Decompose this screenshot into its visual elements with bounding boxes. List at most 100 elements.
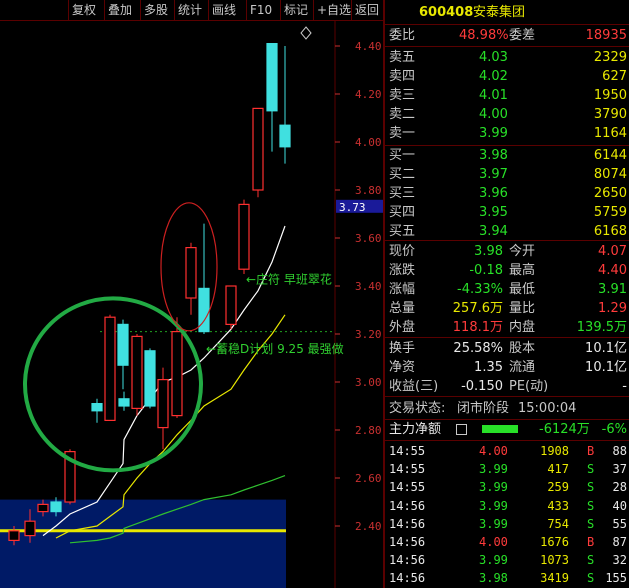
candle-body	[117, 323, 129, 366]
quote-row: 现价 3.98 今开 4.07	[387, 242, 629, 261]
price-tick-label: 4.00	[355, 136, 382, 149]
candle-body	[104, 316, 116, 422]
bid-price: 3.95	[479, 205, 508, 220]
toolbar-button-8[interactable]: 返回	[351, 0, 382, 20]
stock-name: 安泰集团	[473, 5, 526, 20]
quote-value: 3.98	[474, 244, 503, 259]
price-tick-label: 3.40	[355, 280, 382, 293]
price-tick-label: 2.60	[355, 472, 382, 485]
ask-volume: 1164	[593, 126, 627, 141]
tick-volume: 754	[547, 516, 569, 531]
wei-diff-label: 委差	[509, 28, 536, 43]
quote-value: 10.1亿	[585, 341, 627, 356]
candle-body	[91, 403, 103, 412]
kline-chart-svg[interactable]: 4.40 4.20 4.00 3.80 3.60 3.40 3.20 3.00 2.80 2.60…	[0, 21, 383, 588]
candle-body	[24, 520, 36, 537]
quote-row: 净资 1.35 流通 10.1亿	[387, 358, 629, 377]
bid-row: 买三 3.96 2650	[387, 184, 629, 203]
tick-side: S	[587, 571, 595, 586]
tick-side: S	[587, 498, 595, 513]
ask-label: 卖三	[389, 88, 416, 103]
quote-value: 4.40	[598, 263, 627, 278]
stock-header: 600408 安泰集团	[387, 3, 629, 22]
bid-price: 3.98	[479, 148, 508, 163]
tick-time: 14:55	[389, 444, 426, 458]
quote-row: 涨幅 -4.33% 最低 3.91	[387, 280, 629, 299]
candle-body	[238, 203, 250, 270]
kline-chart[interactable]: 4.40 4.20 4.00 3.80 3.60 3.40 3.20 3.00 2.80 2.60…	[0, 21, 383, 588]
candle-body	[118, 398, 130, 407]
tick-volume: 259	[547, 480, 569, 495]
bid-volume: 5759	[593, 205, 627, 220]
quote-value: 118.1万	[452, 320, 503, 335]
tick-volume: 433	[547, 498, 569, 513]
ask-row: 卖五 4.03 2329	[387, 48, 629, 67]
tick-row: 14:56 3.99 433 S 40	[387, 497, 629, 516]
current-price-tag-label: 3.73	[339, 201, 366, 214]
quote-label: 净资	[389, 360, 416, 375]
tick-price: 3.99	[479, 516, 508, 531]
candle-body	[266, 43, 278, 112]
quote-label: 内盘	[509, 320, 536, 335]
tick-count: 32	[612, 553, 627, 568]
price-tick-label: 3.80	[355, 184, 382, 197]
mainflow-row[interactable]: 主力净额 -6124万 -6%	[387, 420, 629, 439]
toolbar-button-4[interactable]: 画线	[208, 0, 239, 20]
bid-volume: 6168	[593, 224, 627, 239]
candle-body	[279, 124, 291, 148]
ask-price: 4.00	[479, 107, 508, 122]
tick-count: 55	[612, 516, 627, 531]
trade-status: 交易状态: 闭市阶段 15:00:04	[387, 399, 629, 418]
quote-label: 外盘	[389, 320, 416, 335]
toolbar-button-3[interactable]: 统计	[174, 0, 205, 20]
quote-label: 涨幅	[389, 282, 416, 297]
tick-price: 3.99	[479, 553, 508, 568]
tick-time: 14:56	[389, 498, 426, 513]
annotation-label: ←庄符 早班翠花	[246, 272, 332, 287]
toolbar-button-2[interactable]: 多股	[140, 0, 171, 20]
price-tick-label: 3.00	[355, 376, 382, 389]
toolbar-button-0[interactable]: 复权	[68, 0, 99, 20]
mainflow-menu-icon[interactable]	[456, 424, 467, 435]
bid-price: 3.96	[479, 186, 508, 201]
ask-label: 卖四	[389, 69, 416, 84]
quote-label: 最低	[509, 282, 536, 297]
quote-row: 涨跌 -0.18 最高 4.40	[387, 261, 629, 280]
price-tick-label: 2.40	[355, 520, 382, 533]
bid-volume: 6144	[593, 148, 627, 163]
candle-body	[157, 379, 169, 429]
bid-label: 买二	[389, 167, 416, 182]
tick-time: 14:55	[389, 462, 426, 477]
tick-price: 4.00	[479, 535, 508, 549]
tick-count: 87	[612, 535, 627, 549]
quote-value: 3.91	[598, 282, 627, 297]
candle-body	[171, 331, 183, 417]
quote-label: 收益(三)	[389, 379, 439, 394]
quote-label: 涨跌	[389, 263, 416, 278]
toolbar-button-1[interactable]: 叠加	[104, 0, 135, 20]
ask-label: 卖一	[389, 126, 416, 141]
tick-row: 14:55 3.99 259 S 28	[387, 478, 629, 497]
quote-label: 换手	[389, 341, 416, 356]
toolbar-button-7[interactable]: +自选	[313, 0, 354, 20]
tick-row: 14:55 3.99 417 S 37	[387, 460, 629, 479]
tick-row: 14:56 3.99 754 S 55	[387, 515, 629, 534]
price-tick-label: 2.80	[355, 424, 382, 437]
price-tick-label: 4.40	[355, 40, 382, 53]
bid-row: 买四 3.95 5759	[387, 203, 629, 222]
quote-panel: 600408 安泰集团 委比 48.98% 委差 18935 卖五 4.03 232…	[383, 0, 629, 588]
tick-count: 28	[612, 480, 627, 495]
ask-row: 卖二 4.00 3790	[387, 105, 629, 124]
toolbar-button-6[interactable]: 标记	[280, 0, 311, 20]
stock-code: 600408	[419, 5, 474, 20]
tick-time: 14:56	[389, 516, 426, 531]
tick-volume: 417	[547, 462, 569, 477]
quote-label: 现价	[389, 244, 416, 259]
tick-volume: 3419	[540, 571, 569, 586]
toolbar-button-5[interactable]: F10	[246, 0, 275, 20]
tick-price: 3.98	[479, 571, 508, 586]
ask-volume: 627	[602, 69, 627, 84]
mainflow-value: -6124万	[539, 422, 590, 437]
quote-value: 25.58%	[453, 341, 503, 356]
candle-body	[225, 285, 237, 326]
